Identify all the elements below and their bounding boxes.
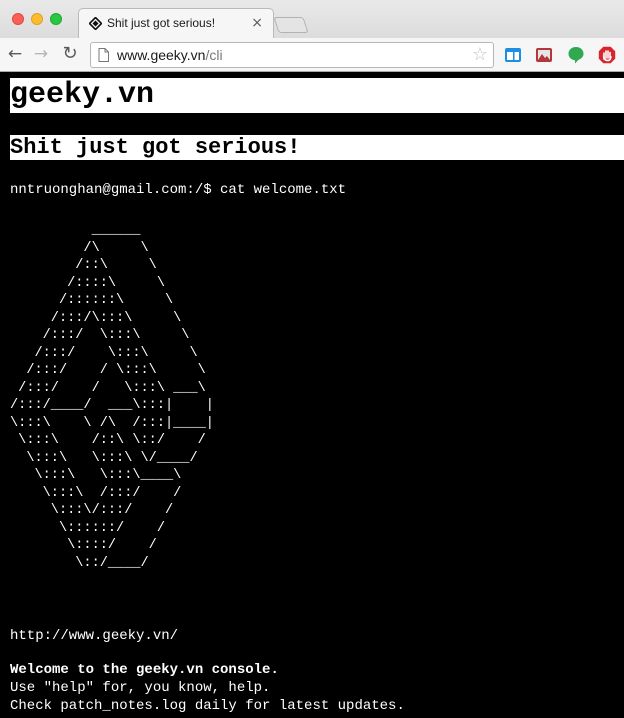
ascii-art-line: \::::/ / — [10, 538, 157, 553]
reload-icon[interactable]: ↻ — [59, 43, 81, 65]
ascii-art-line: /:::/ \:::\ \ — [10, 345, 198, 361]
ascii-art-line: /:::/\:::\ \ — [10, 310, 182, 326]
ascii-art-line: /::\ \ — [10, 258, 157, 273]
tab-close-icon[interactable]: × — [251, 15, 263, 31]
patch-notes-hint: Check patch_notes.log daily for latest u… — [10, 698, 405, 714]
ascii-art-line: \:::\ /::\ \::/ / — [10, 433, 206, 448]
ascii-art-logo: ______ /\ \ /::\ \ /::::\ \ /::::::\ \ /… — [10, 222, 214, 572]
ascii-art-line: \:::\/:::/ / — [10, 503, 174, 518]
address-host: www.geeky.vn — [117, 47, 206, 63]
ascii-art-line: ______ — [10, 223, 141, 238]
forward-arrow-icon[interactable]: → — [30, 43, 52, 65]
page-icon — [98, 48, 109, 62]
geeky-diamond-icon — [89, 17, 102, 30]
ascii-art-line: \:::\ \:::\____\ — [10, 468, 182, 483]
new-tab-button[interactable] — [273, 17, 309, 33]
address-text: www.geeky.vn/cli — [117, 47, 223, 63]
browser-toolbar: ← → ↻ www.geeky.vn/cli ☆ — [0, 38, 624, 72]
tagline: Shit just got serious! — [10, 135, 624, 160]
ascii-art-line: \:::\ \:::\ \/____/ — [10, 450, 198, 466]
site-title: geeky.vn — [10, 78, 624, 113]
ascii-art-line: /::::::\ \ — [10, 293, 174, 308]
cli-page: geeky.vn Shit just got serious! nntruong… — [0, 73, 624, 718]
stop-hand-extension-icon[interactable] — [598, 46, 616, 64]
site-url: http://www.geeky.vn/ — [10, 628, 179, 644]
chat-bubble-extension-icon[interactable] — [567, 46, 585, 64]
back-arrow-icon[interactable]: ← — [4, 43, 26, 65]
ascii-art-line: \::/____/ — [10, 555, 149, 571]
ascii-art-line: /:::/ / \:::\ \ — [10, 363, 206, 378]
welcome-message: Welcome to the geeky.vn console. — [10, 662, 279, 678]
command-prompt-line: nntruonghan@gmail.com:/$ cat welcome.txt — [10, 182, 347, 198]
ascii-art-line: \:::\ /:::/ / — [10, 485, 182, 501]
window-close-button[interactable] — [12, 13, 24, 25]
window-maximize-button[interactable] — [50, 13, 62, 25]
browser-tab[interactable]: Shit just got serious! × — [78, 8, 274, 38]
bookmark-star-icon[interactable]: ☆ — [472, 44, 488, 65]
window-extension-icon[interactable] — [504, 46, 522, 64]
tab-title: Shit just got serious! — [107, 16, 216, 30]
ascii-art-line: /::::\ \ — [10, 275, 165, 291]
window-minimize-button[interactable] — [31, 13, 43, 25]
browser-titlebar: Shit just got serious! × — [0, 0, 624, 38]
photo-extension-icon[interactable] — [535, 46, 553, 64]
ascii-art-line: /\ \ — [10, 240, 149, 256]
ascii-art-line: /:::/ \:::\ \ — [10, 328, 190, 343]
help-hint: Use "help" for, you know, help. — [10, 680, 271, 696]
ascii-art-line: \::::::/ / — [10, 520, 165, 536]
ascii-art-line: \:::\ \ /\ /:::|____| — [10, 415, 214, 431]
address-path: /cli — [205, 47, 223, 63]
ascii-art-line: /:::/ / \:::\ ___\ — [10, 380, 206, 396]
ascii-art-line: /:::/____/ ___\:::| | — [10, 398, 214, 413]
address-bar[interactable]: www.geeky.vn/cli ☆ — [90, 42, 494, 68]
